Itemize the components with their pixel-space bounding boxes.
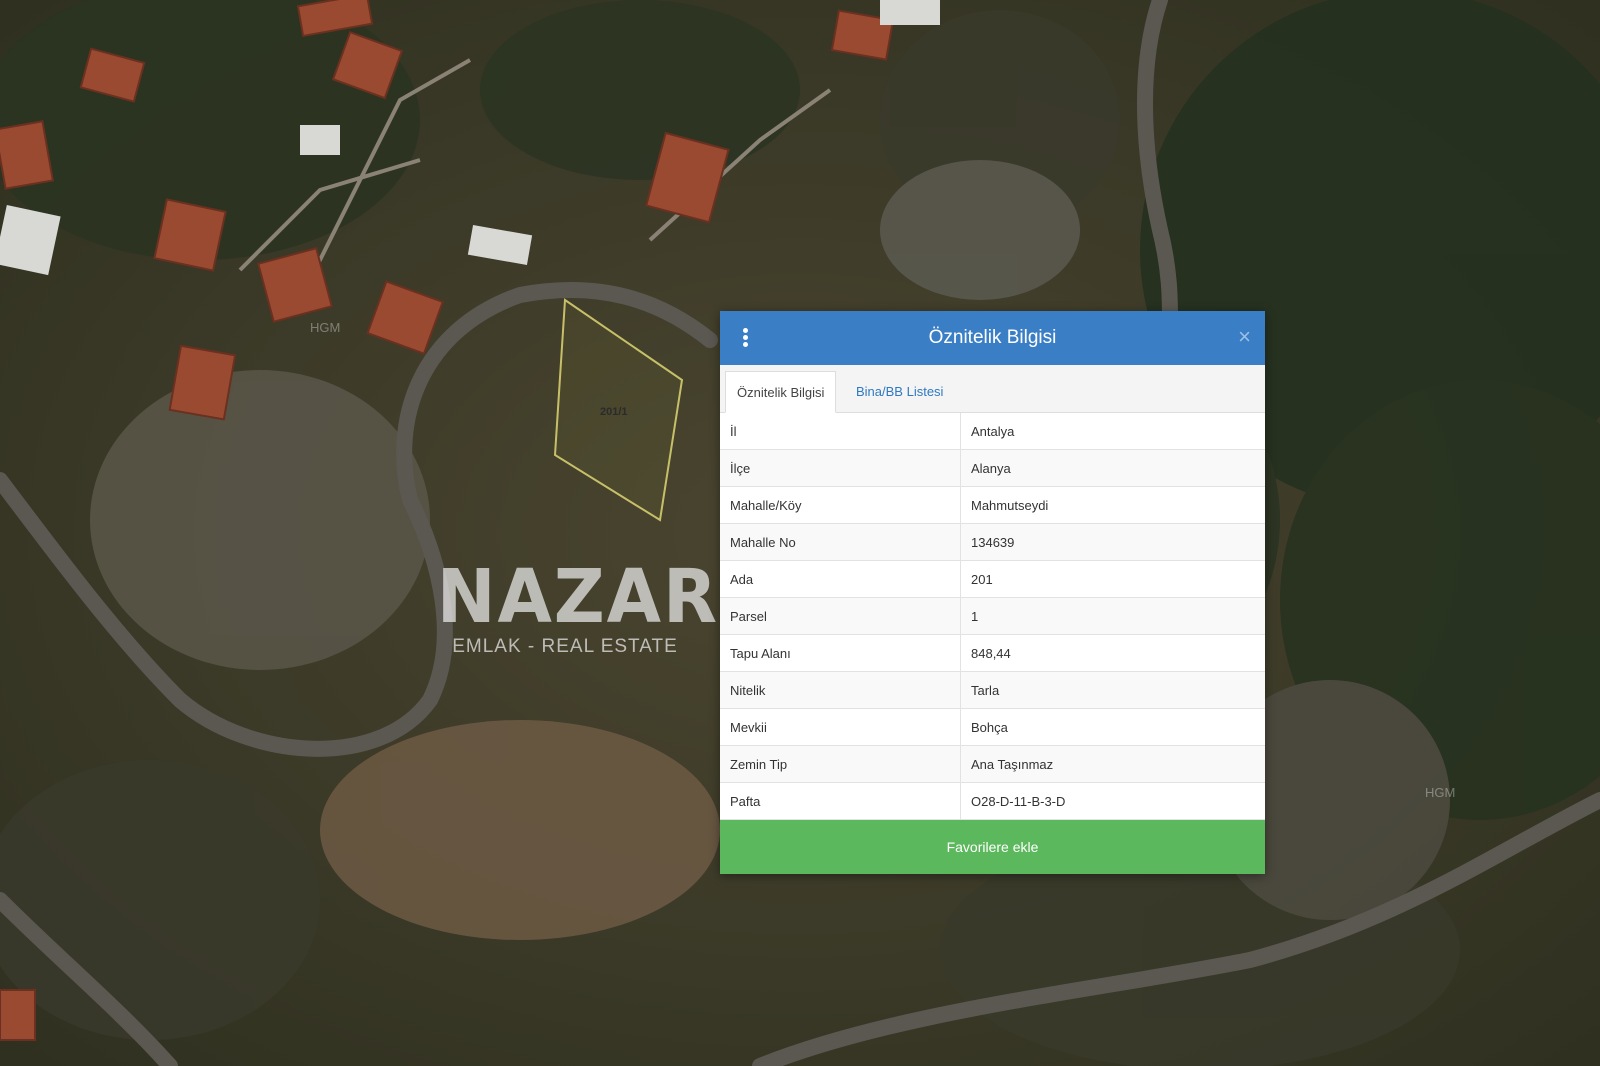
table-row: İlçe Alanya [720, 449, 1265, 487]
row-value: Mahmutseydi [960, 486, 1265, 524]
watermark-logo-text: NAZAR [436, 554, 720, 640]
hgm-map-label: HGM [310, 320, 341, 335]
add-to-favorites-button[interactable]: Favorilere ekle [720, 820, 1265, 874]
row-key: Mevkii [720, 708, 961, 746]
row-key: İlçe [720, 449, 961, 487]
attribute-table: İl Antalya İlçe Alanya Mahalle/Köy Mahmutseyd… [720, 413, 1265, 820]
row-key: Tapu Alanı [720, 634, 961, 672]
table-row: Nitelik Tarla [720, 671, 1265, 709]
row-key: Nitelik [720, 671, 961, 709]
nazar-watermark-logo: NAZAR EMLAK - REAL ESTATE [430, 554, 720, 658]
row-value: Alanya [960, 449, 1265, 487]
dialog-title: Öznitelik Bilgisi [928, 327, 1057, 348]
table-row: Pafta O28-D-11-B-3-D [720, 782, 1265, 820]
row-key: Parsel [720, 597, 961, 635]
table-row: Mevkii Bohça [720, 708, 1265, 746]
row-value: 1 [960, 597, 1265, 635]
dialog-tabs: Öznitelik Bilgisi Bina/BB Listesi [720, 365, 1265, 413]
row-value: Antalya [960, 413, 1265, 450]
row-key: Mahalle No [720, 523, 961, 561]
row-key: Zemin Tip [720, 745, 961, 783]
row-value: 134639 [960, 523, 1265, 561]
row-key: İl [720, 413, 961, 450]
table-row: Mahalle/Köy Mahmutseydi [720, 486, 1265, 524]
row-value: Ana Taşınmaz [960, 745, 1265, 783]
table-row: Ada 201 [720, 560, 1265, 598]
parcel-number-label: 201/1 [600, 406, 628, 418]
dialog-header: Öznitelik Bilgisi × [720, 311, 1265, 365]
row-key: Ada [720, 560, 961, 598]
attribute-info-dialog: Öznitelik Bilgisi × Öznitelik Bilgisi Bi… [720, 311, 1265, 874]
table-row: Mahalle No 134639 [720, 523, 1265, 561]
table-row: Parsel 1 [720, 597, 1265, 635]
tab-attribute-info[interactable]: Öznitelik Bilgisi [725, 371, 837, 413]
hgm-map-label: HGM [1425, 785, 1456, 800]
row-key: Mahalle/Köy [720, 486, 961, 524]
row-value: Bohça [960, 708, 1265, 746]
close-icon[interactable]: × [1238, 325, 1251, 349]
row-value: 848,44 [960, 634, 1265, 672]
tab-building-list[interactable]: Bina/BB Listesi [845, 371, 954, 412]
row-value: 201 [960, 560, 1265, 598]
row-key: Pafta [720, 782, 961, 820]
row-value: Tarla [960, 671, 1265, 709]
table-row: Tapu Alanı 848,44 [720, 634, 1265, 672]
table-row: Zemin Tip Ana Taşınmaz [720, 745, 1265, 783]
table-row: İl Antalya [720, 413, 1265, 450]
row-value: O28-D-11-B-3-D [960, 782, 1265, 820]
